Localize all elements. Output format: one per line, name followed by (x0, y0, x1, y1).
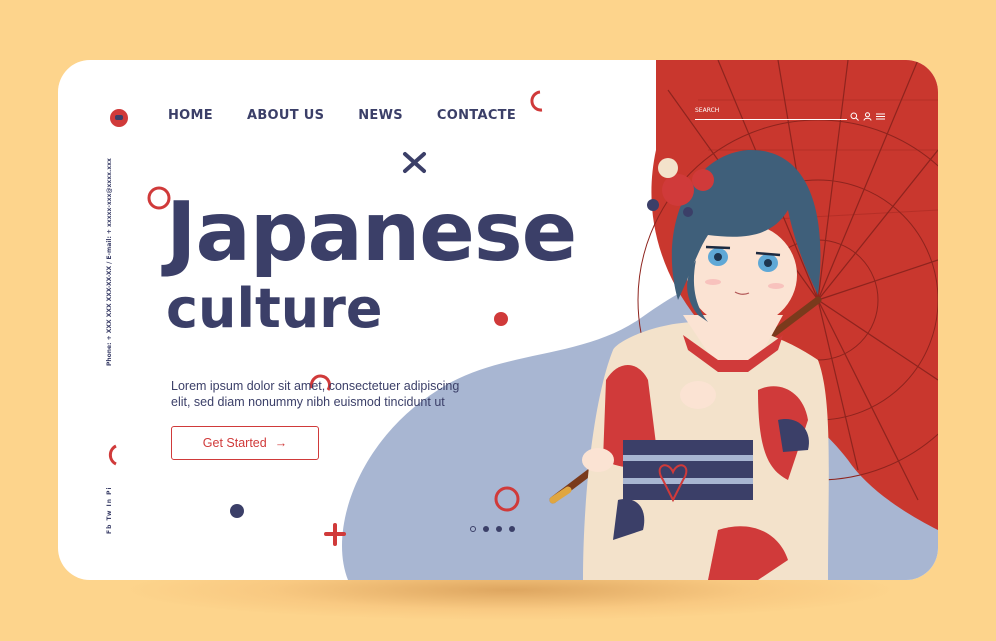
arrow-right-icon: → (274, 436, 288, 450)
carousel-dots (470, 526, 515, 532)
hero-title-line1: Japanese (166, 185, 577, 280)
get-started-button[interactable]: Get Started → (171, 426, 319, 460)
get-started-label: Get Started (202, 436, 267, 450)
arc-decor (530, 90, 543, 112)
carousel-dot[interactable] (496, 526, 502, 532)
hero-title-line2: culture (166, 277, 383, 340)
hero-description: Lorem ipsum dolor sit amet, consectetuer… (171, 379, 460, 409)
carousel-dot[interactable] (509, 526, 515, 532)
carousel-dot[interactable] (470, 526, 476, 532)
landing-card: HOME ABOUT US NEWS CONTACTE SEARCH Phone… (58, 60, 938, 580)
carousel-dot[interactable] (483, 526, 489, 532)
